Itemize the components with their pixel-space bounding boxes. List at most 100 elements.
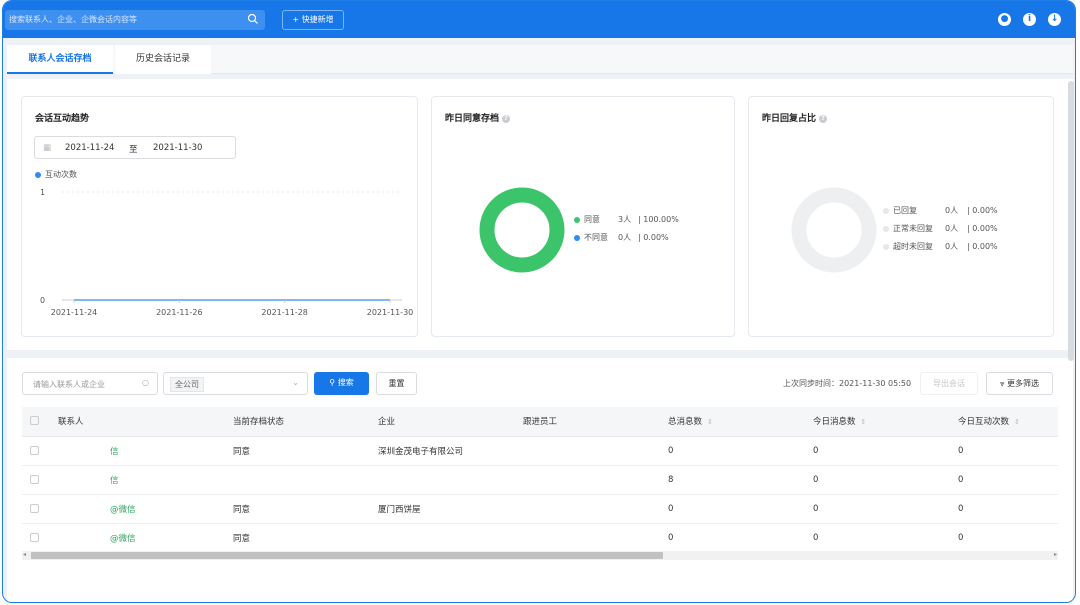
cell-archive-status: [225, 465, 370, 495]
cell-total-messages: 0: [660, 494, 805, 524]
date-separator: 至: [129, 145, 138, 155]
search-icon: ⚲: [329, 378, 338, 387]
export-button[interactable]: 导出会话: [920, 372, 978, 395]
global-search-input[interactable]: 搜索联系人、企业、企微会话内容等: [5, 10, 265, 30]
x-tick-label: 2021-11-24: [51, 308, 98, 317]
scrollbar-thumb[interactable]: [31, 552, 663, 559]
consent-title-text: 昨日同意存档: [445, 114, 500, 124]
legend-label: 互动次数: [45, 170, 77, 179]
quick-add-button[interactable]: + 快捷新增: [282, 10, 344, 30]
sort-icon[interactable]: ⇕: [861, 418, 867, 426]
cell-today-interactions: 0: [950, 523, 1058, 553]
more-filter-button[interactable]: ⩔ 更多筛选: [986, 372, 1053, 395]
scroll-right-icon[interactable]: ▸: [1054, 551, 1057, 558]
cell-contact[interactable]: @微信: [50, 494, 225, 524]
cell-total-messages: 8: [660, 465, 805, 495]
sort-icon[interactable]: ⇕: [1014, 418, 1020, 426]
col-follow-staff: 跟进员工: [515, 407, 660, 437]
legend-item: 不同意 0人 | 0.00%: [574, 232, 679, 250]
cell-contact[interactable]: @微信: [50, 523, 225, 553]
legend-item: 已回复 0人 | 0.00%: [883, 205, 998, 223]
select-all-checkbox[interactable]: [22, 407, 50, 437]
cell-today-interactions: 0: [950, 465, 1058, 495]
row-checkbox[interactable]: [22, 494, 50, 524]
download-icon[interactable]: ↓: [1048, 13, 1061, 26]
x-tick-label: 2021-11-30: [367, 308, 414, 317]
legend-dot: [35, 171, 41, 178]
row-checkbox[interactable]: [22, 436, 50, 466]
cell-total-messages: 0: [660, 523, 805, 553]
table-row[interactable]: @微信 同意 厦门西饼屋 0 0 0: [22, 494, 1058, 524]
cell-follow-staff: [515, 465, 660, 495]
info-icon[interactable]: i: [1023, 13, 1036, 26]
consent-donut: [479, 187, 565, 273]
company-select[interactable]: 全公司 ⌄: [163, 372, 308, 395]
vertical-scrollbar[interactable]: [1068, 81, 1074, 361]
search-button[interactable]: ⚲ 搜索: [314, 372, 369, 395]
search-icon[interactable]: [247, 13, 259, 25]
table-row[interactable]: @微信 同意 0 0 0: [22, 523, 1058, 553]
help-icon[interactable]: ?: [819, 114, 828, 123]
chevron-down-icon: ⌄: [292, 378, 299, 387]
cell-archive-status: 同意: [225, 494, 370, 524]
section-divider: [7, 350, 1073, 358]
legend-item: 正常未回复 0人 | 0.00%: [883, 223, 998, 241]
reply-donut: [791, 187, 877, 273]
date-start: 2021-11-24: [65, 143, 115, 153]
cell-archive-status: 同意: [225, 436, 370, 466]
table-row[interactable]: 信同意 深圳金茂电子有限公司 0 0 0: [22, 436, 1058, 466]
contact-search-input[interactable]: 请输入联系人或企业 ○: [22, 372, 158, 395]
cell-company: [370, 465, 515, 495]
search-button-label: 搜索: [337, 378, 354, 387]
cell-today-interactions: 0: [950, 494, 1058, 524]
legend-dot: [574, 216, 580, 223]
date-range-picker[interactable]: ▦ 2021-11-24 至 2021-11-30: [34, 136, 236, 159]
search-placeholder: 搜索联系人、企业、企微会话内容等: [9, 15, 137, 24]
y-tick-label: 0: [40, 296, 45, 305]
col-today-interactions[interactable]: 今日互动次数 ⇕: [950, 407, 1058, 437]
horizontal-scrollbar[interactable]: ◂ ▸: [22, 551, 1058, 560]
consent-legend: 同意 3人 | 100.00% 不同意 0人 | 0.00%: [574, 214, 679, 250]
chat-icon[interactable]: ●: [998, 13, 1011, 26]
trend-title: 会话互动趋势: [35, 114, 90, 124]
cell-company: 深圳金茂电子有限公司: [370, 436, 515, 466]
trend-card: 会话互动趋势 ▦ 2021-11-24 至 2021-11-30 互动次数 1 0…: [21, 96, 418, 337]
row-checkbox[interactable]: [22, 465, 50, 495]
table-header-row: 联系人 当前存档状态 企业 跟进员工 总消息数 ⇕ 今日消息数 ⇕ 今日互动次数 ⇕: [22, 407, 1058, 437]
col-archive-status: 当前存档状态: [225, 407, 370, 437]
row-checkbox[interactable]: [22, 523, 50, 553]
cell-contact[interactable]: 信: [50, 436, 225, 466]
help-icon[interactable]: ?: [502, 114, 511, 123]
cell-company: [370, 523, 515, 553]
main-content: 会话互动趋势 ▦ 2021-11-24 至 2021-11-30 互动次数 1 0…: [7, 79, 1073, 602]
sync-time: 上次同步时间：2021-11-30 05:50: [783, 379, 912, 388]
sort-icon[interactable]: ⇕: [707, 418, 713, 426]
filter-icon: ⩔: [999, 379, 1008, 388]
app-window: 搜索联系人、企业、企微会话内容等 + 快捷新增 ● i ↓ 联系人会话存档 历史…: [2, 0, 1076, 603]
cell-contact[interactable]: 信: [50, 465, 225, 495]
reset-button[interactable]: 重置: [376, 372, 417, 395]
consent-title: 昨日同意存档?: [445, 111, 511, 124]
consent-card: 昨日同意存档? 同意 3人 | 100.00% 不同意 0人 | 0.00%: [431, 96, 735, 337]
tab-contact-archive[interactable]: 联系人会话存档: [7, 45, 113, 74]
col-today-messages[interactable]: 今日消息数 ⇕: [805, 407, 950, 437]
tab-bar: 联系人会话存档 历史会话记录: [7, 45, 1073, 74]
more-filter-label: 更多筛选: [1007, 379, 1040, 388]
search-icon[interactable]: ○: [142, 378, 149, 387]
top-bar: 搜索联系人、企业、企微会话内容等 + 快捷新增 ● i ↓: [3, 1, 1075, 38]
table-row[interactable]: 信800: [22, 465, 1058, 495]
calendar-icon: ▦: [43, 143, 52, 153]
col-contact: 联系人: [50, 407, 225, 437]
filter-bar: 请输入联系人或企业 ○ 全公司 ⌄ ⚲ 搜索 重置 上次同步时间：2021-11…: [7, 369, 1073, 399]
company-select-tag: 全公司: [170, 377, 204, 392]
legend-dot: [883, 225, 889, 232]
cell-follow-staff: [515, 436, 660, 466]
legend-item: 超时未回复 0人 | 0.00%: [883, 241, 998, 259]
col-total-messages[interactable]: 总消息数 ⇕: [660, 407, 805, 437]
contact-search-placeholder: 请输入联系人或企业: [33, 380, 105, 389]
scroll-left-icon[interactable]: ◂: [23, 551, 26, 558]
cell-today-messages: 0: [805, 494, 950, 524]
cell-today-interactions: 0: [950, 436, 1058, 466]
tab-history-records[interactable]: 历史会话记录: [115, 45, 211, 74]
cell-today-messages: 0: [805, 436, 950, 466]
